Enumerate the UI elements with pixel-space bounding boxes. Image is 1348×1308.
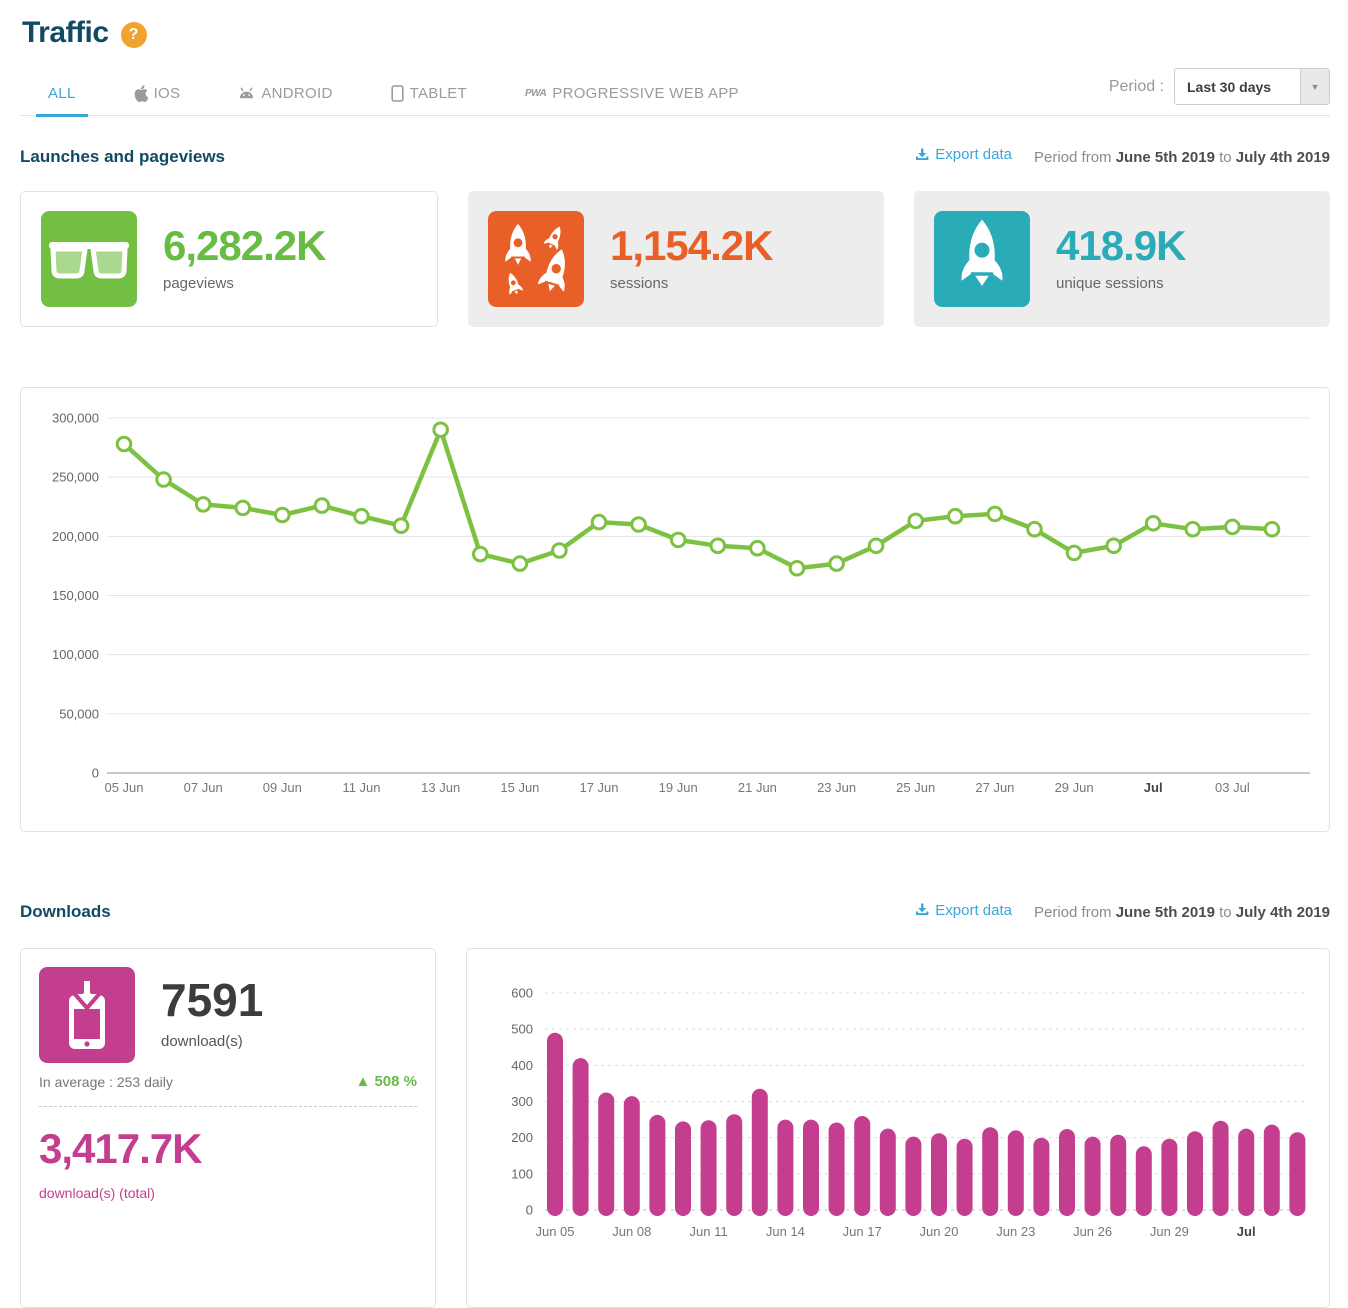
downloads-section-head: Downloads Export data Period from June 5…	[20, 902, 1330, 923]
chevron-down-icon[interactable]: ▼	[1300, 69, 1329, 104]
tab-label: TABLET	[410, 85, 467, 102]
sessions-card: 1,154.2K sessions	[468, 191, 884, 327]
downloads-stat-card: 7591 download(s) In average : 253 daily …	[20, 948, 436, 1308]
svg-text:07 Jun: 07 Jun	[184, 780, 223, 795]
svg-text:400: 400	[511, 1058, 533, 1073]
period-label: Period :	[1109, 78, 1164, 96]
pageviews-line-chart: 0 50,000 100,000 150,000 200,000 250,000 300,0…	[20, 387, 1330, 832]
svg-text:Jun 17: Jun 17	[843, 1224, 882, 1239]
pageviews-card: 6,282.2K pageviews	[20, 191, 438, 327]
downloads-total-value: 3,417.7K	[39, 1125, 417, 1173]
downloads-average: In average : 253 daily	[39, 1074, 173, 1090]
tab-label: ANDROID	[261, 85, 332, 102]
tab-android[interactable]: ANDROID	[232, 77, 338, 115]
section-title: Launches and pageviews	[20, 147, 225, 167]
downloads-value: 7591	[161, 977, 263, 1023]
svg-text:600: 600	[511, 986, 533, 1001]
tab-all[interactable]: ALL	[42, 77, 82, 115]
unique-sessions-label: unique sessions	[1056, 275, 1185, 292]
download-icon	[915, 903, 929, 917]
help-icon[interactable]: ?	[121, 22, 147, 48]
svg-text:Jun 05: Jun 05	[535, 1224, 574, 1239]
svg-text:13 Jun: 13 Jun	[421, 780, 460, 795]
period-select[interactable]: Last 30 days ▼	[1174, 68, 1330, 105]
svg-text:05 Jun: 05 Jun	[104, 780, 143, 795]
android-icon	[238, 86, 255, 101]
tab-progressive-web-app[interactable]: PWA PROGRESSIVE WEB APP	[519, 77, 745, 115]
tab-label: IOS	[154, 85, 181, 102]
unique-sessions-card: 418.9K unique sessions	[914, 191, 1330, 327]
download-icon	[915, 148, 929, 162]
svg-text:0: 0	[92, 765, 99, 780]
period-range-text: Period from June 5th 2019 to July 4th 20…	[1034, 149, 1330, 166]
tab-ios[interactable]: IOS	[128, 77, 187, 115]
svg-text:17 Jun: 17 Jun	[579, 780, 618, 795]
export-data-link[interactable]: Export data	[915, 902, 1012, 919]
svg-text:Jun 08: Jun 08	[612, 1224, 651, 1239]
svg-text:Jun 11: Jun 11	[690, 1224, 728, 1239]
rocket-icon	[934, 211, 1030, 307]
svg-text:50,000: 50,000	[59, 706, 99, 721]
pageviews-value: 6,282.2K	[163, 225, 325, 267]
svg-text:Jun 29: Jun 29	[1150, 1224, 1189, 1239]
svg-text:11 Jun: 11 Jun	[342, 780, 380, 795]
unique-sessions-value: 418.9K	[1056, 225, 1185, 267]
period-select-value: Last 30 days	[1175, 69, 1300, 104]
pageviews-label: pageviews	[163, 275, 325, 292]
launches-section-head: Launches and pageviews Export data Perio…	[20, 146, 1330, 167]
svg-text:03 Jul: 03 Jul	[1215, 780, 1250, 795]
svg-text:200,000: 200,000	[52, 528, 99, 543]
svg-text:100,000: 100,000	[52, 647, 99, 662]
svg-text:150,000: 150,000	[52, 588, 99, 603]
svg-text:Jun 20: Jun 20	[919, 1224, 958, 1239]
svg-text:200: 200	[511, 1130, 533, 1145]
downloads-total-label: download(s) (total)	[39, 1185, 417, 1201]
svg-text:300,000: 300,000	[52, 410, 99, 425]
apple-icon	[134, 85, 148, 102]
section-title: Downloads	[20, 902, 111, 922]
pwa-icon: PWA	[525, 88, 546, 99]
svg-text:Jun 23: Jun 23	[996, 1224, 1035, 1239]
period-range-text: Period from June 5th 2019 to July 4th 20…	[1034, 904, 1330, 921]
glasses-icon	[41, 211, 137, 307]
rockets-icon	[488, 211, 584, 307]
tab-bar: ALL IOS ANDROID	[20, 68, 1330, 116]
svg-text:Jun 14: Jun 14	[766, 1224, 805, 1239]
svg-text:250,000: 250,000	[52, 469, 99, 484]
downloads-delta-badge: ▲ 508 %	[355, 1073, 417, 1090]
tab-tablet[interactable]: TABLET	[385, 77, 473, 115]
sessions-label: sessions	[610, 275, 772, 292]
svg-text:21 Jun: 21 Jun	[738, 780, 777, 795]
svg-text:15 Jun: 15 Jun	[500, 780, 539, 795]
svg-text:09 Jun: 09 Jun	[263, 780, 302, 795]
tablet-icon	[391, 85, 404, 102]
svg-text:Jul: Jul	[1144, 780, 1163, 795]
downloads-label: download(s)	[161, 1033, 263, 1050]
svg-text:0: 0	[526, 1203, 533, 1218]
svg-text:Jul: Jul	[1237, 1224, 1256, 1239]
tab-label: ALL	[48, 85, 76, 102]
svg-text:23 Jun: 23 Jun	[817, 780, 856, 795]
sessions-value: 1,154.2K	[610, 225, 772, 267]
svg-text:Jun 26: Jun 26	[1073, 1224, 1112, 1239]
export-data-link[interactable]: Export data	[915, 146, 1012, 163]
svg-text:19 Jun: 19 Jun	[659, 780, 698, 795]
svg-text:25 Jun: 25 Jun	[896, 780, 935, 795]
page-header: Traffic ?	[20, 0, 1330, 50]
svg-text:500: 500	[511, 1022, 533, 1037]
svg-text:29 Jun: 29 Jun	[1055, 780, 1094, 795]
downloads-bar-chart: 0 100 200 300 400 500 600 Jun 05 Jun 08 Jun 11 Jun…	[466, 948, 1330, 1308]
page-title: Traffic	[22, 16, 109, 50]
tab-label: PROGRESSIVE WEB APP	[552, 85, 739, 102]
phone-download-icon	[39, 967, 135, 1063]
svg-text:100: 100	[511, 1166, 533, 1181]
divider	[39, 1106, 417, 1107]
stat-cards-row: 6,282.2K pageviews	[20, 191, 1330, 327]
svg-text:27 Jun: 27 Jun	[975, 780, 1014, 795]
svg-text:300: 300	[511, 1094, 533, 1109]
